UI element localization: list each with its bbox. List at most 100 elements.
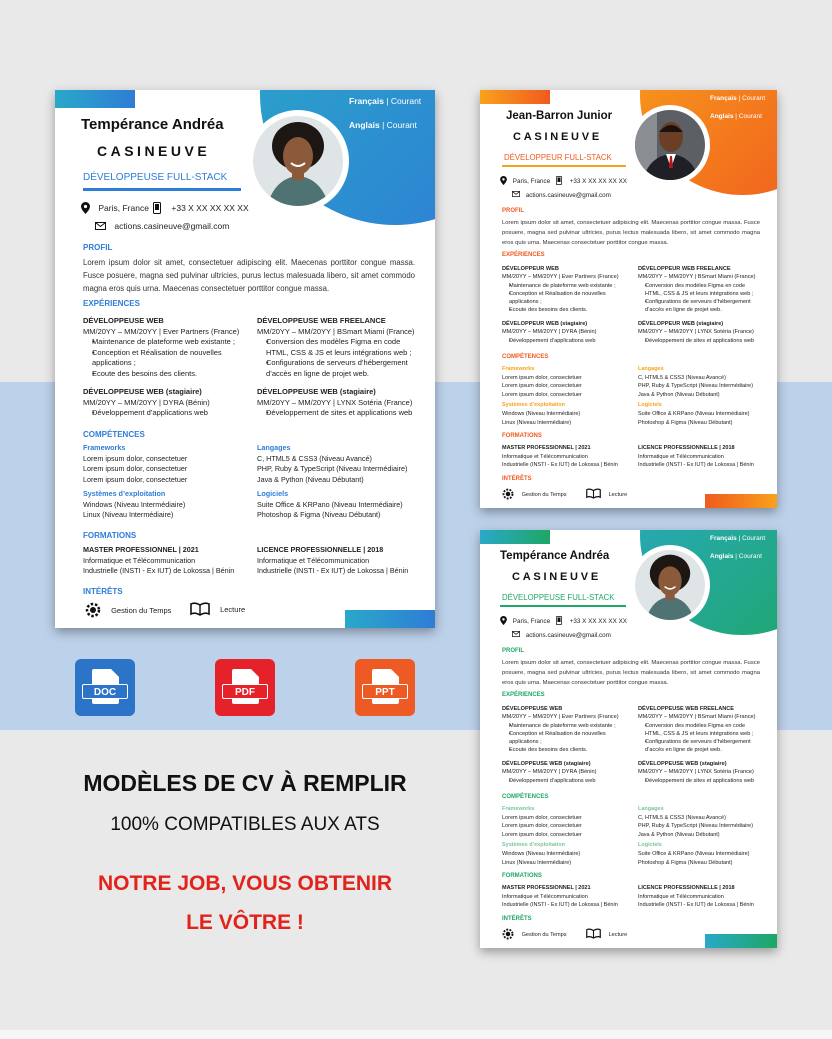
experience-1-meta: MM/20YY – MM/20YY | Ever Partners (Franc…: [83, 326, 240, 336]
skills-left: Frameworks Lorem ipsum dolor, consectetu…: [83, 443, 248, 521]
experience-3-title: DÉVELOPPEUSE WEB (stagiaire): [83, 387, 202, 396]
skill-item: Lorem ipsum dolor, consectetuer: [502, 831, 582, 838]
candidate-surname: CASINEUVE: [97, 143, 211, 159]
skills-left: Frameworks Lorem ipsum dolor, consectetu…: [502, 805, 632, 867]
profile-text: Lorem ipsum dolor sit amet, consectetuer…: [502, 220, 760, 246]
experience-1-bullet: Ecoute des besoins des clients.: [502, 306, 632, 315]
promo-headline: MODÈLES DE CV À REMPLIR: [83, 770, 407, 796]
candidate-surname: CASINEUVE: [513, 131, 602, 143]
education-1-title: MASTER PROFESSIONNEL | 2021: [83, 545, 199, 554]
experience-1-bullet: Conception et Réalisation de nouvelles a…: [83, 348, 248, 369]
footer-accent-strip: [705, 494, 777, 508]
section-profile: PROFIL: [502, 208, 524, 214]
pdf-label: PDF: [222, 684, 268, 699]
experience-1-meta: MM/20YY – MM/20YY | Ever Partners (Franc…: [502, 714, 619, 721]
doc-label: DOC: [82, 684, 128, 699]
experience-2-bullet: Conversion des modèles Figma en code HTM…: [638, 722, 763, 739]
skill-item: PHP, Ruby & TypeScript (Niveau Intermédi…: [638, 383, 754, 390]
phone: +33 X XX XX XX XX: [556, 616, 627, 627]
skill-item: Lorem ipsum dolor, consectetuer: [83, 464, 188, 473]
experience-3-meta: MM/20YY – MM/20YY | DYRA (Bénin): [502, 769, 597, 776]
resume-preview-green[interactable]: Français | Courant Anglais | Courant Tem…: [480, 530, 777, 948]
interest-reading: Lecture: [586, 488, 627, 501]
header-accent-strip: [480, 530, 550, 544]
experience-4-title: DÉVELOPPEUSE WEB (stagiaire): [638, 761, 727, 767]
skill-item: Lorem ipsum dolor, consectetuer: [502, 814, 582, 821]
skill-item: C, HTML5 & CSS3 (Niveau Avancé): [638, 374, 726, 381]
education-1: MASTER PROFESSIONNEL | 2021 Informatique…: [502, 884, 634, 910]
skills-right: Langages C, HTML5 & CSS3 (Niveau Avancé)…: [638, 805, 768, 867]
phone-icon: [556, 616, 562, 627]
experience-2-bullet: Configurations de serveurs d’hébergement…: [638, 298, 763, 315]
envelope-icon: [512, 191, 520, 199]
language-french: Français | Courant: [349, 96, 422, 106]
education-1-line: Industrielle (INSTI - Ex IUT) de Lokossa…: [502, 462, 618, 469]
software-heading: Logiciels: [638, 402, 662, 409]
skills-right: Langages C, HTML5 & CSS3 (Niveau Avancé)…: [257, 443, 422, 521]
promo-subheadline: 100% COMPATIBLES AUX ATS: [110, 814, 380, 835]
candidate-name: Jean-Barron Junior: [506, 110, 613, 122]
skill-item: Suite Office & KRPano (Niveau Intermédia…: [638, 410, 750, 417]
experience-1-bullet: Ecoute des besoins des clients.: [83, 369, 248, 380]
profile-photo-man: [635, 110, 705, 180]
section-experiences: EXPÉRIENCES: [502, 252, 545, 258]
education-1-title: MASTER PROFESSIONNEL | 2021: [502, 885, 591, 891]
profile-photo-woman: [253, 116, 343, 206]
section-skills: COMPÉTENCES: [83, 430, 145, 439]
experience-1-title: DÉVELOPPEUSE WEB: [502, 706, 563, 712]
interest-reading: Lecture: [586, 928, 627, 941]
section-education: FORMATIONS: [502, 873, 542, 879]
experience-3: DÉVELOPPEUSE WEB (stagiaire) MM/20YY – M…: [502, 760, 632, 785]
experience-3-title: DÉVELOPPEUR WEB (stagiaire): [502, 321, 588, 327]
section-interests: INTÉRÊTS: [83, 587, 123, 596]
education-2-line: Informatique et Télécommunication: [638, 453, 724, 460]
education-2-line: Informatique et Télécommunication: [638, 893, 724, 900]
skill-item: Photoshop & Figma (Niveau Débutant): [638, 419, 733, 426]
candidate-role: DÉVELOPPEUSE FULL-STACK: [83, 172, 228, 183]
skill-item: Suite Office & KRPano (Niveau Intermédia…: [638, 850, 750, 857]
email: actions.casineuve@gmail.com: [512, 631, 611, 639]
resume-preview-blue[interactable]: Français | Courant Anglais | Courant Tem…: [55, 90, 435, 628]
skill-item: Linux (Niveau Intermédiaire): [83, 510, 174, 519]
interest-time-management: Gestion du Temps: [502, 488, 567, 502]
footer-accent-strip: [705, 934, 777, 948]
language-french: Français | Courant: [710, 95, 766, 102]
skill-item: Windows (Niveau Intermédiaire): [502, 410, 581, 417]
education-2: LICENCE PROFESSIONNELLE | 2018 Informati…: [638, 884, 770, 910]
skill-item: Photoshop & Figma (Niveau Débutant): [257, 510, 381, 519]
software-heading: Logiciels: [257, 489, 289, 498]
experience-2-title: DÉVELOPPEUR WEB FREELANCE: [638, 266, 731, 272]
experience-3: DÉVELOPPEUR WEB (stagiaire) MM/20YY – MM…: [502, 320, 632, 345]
skill-item: Suite Office & KRPano (Niveau Intermédia…: [257, 499, 403, 509]
ppt-format-badge[interactable]: PPT: [355, 659, 415, 716]
experience-2-title: DÉVELOPPEUSE WEB FREELANCE: [638, 706, 735, 712]
skill-item: Windows (Niveau Intermédiaire): [83, 499, 186, 509]
education-1-title: MASTER PROFESSIONNEL | 2021: [502, 445, 591, 451]
language-english: Anglais | Courant: [710, 553, 762, 560]
pdf-format-badge[interactable]: PDF: [215, 659, 275, 716]
software-heading: Logiciels: [638, 842, 662, 849]
education-2-line: Industrielle (INSTI - Ex IUT) de Lokossa…: [638, 462, 754, 469]
role-underline: [83, 188, 241, 191]
doc-format-badge[interactable]: DOC: [75, 659, 135, 716]
interest-time-management: Gestion du Temps: [85, 602, 171, 620]
language-english: Anglais | Courant: [349, 120, 417, 130]
languages-heading: Langages: [638, 366, 664, 372]
profile-photo-frame: [630, 545, 710, 625]
education-2-title: LICENCE PROFESSIONNELLE | 2018: [257, 545, 384, 554]
skill-item: Lorem ipsum dolor, consectetuer: [502, 823, 582, 830]
resume-preview-orange[interactable]: Français | Courant Anglais | Courant Jea…: [480, 90, 777, 508]
section-experiences: EXPÉRIENCES: [502, 692, 545, 698]
location-pin-icon: [500, 616, 507, 627]
skill-item: PHP, Ruby & TypeScript (Niveau Intermédi…: [638, 823, 754, 830]
skill-item: C, HTML5 & CSS3 (Niveau Avancé): [257, 453, 372, 463]
education-2-line: Industrielle (INSTI - Ex IUT) de Lokossa…: [257, 566, 409, 575]
bottom-strip: [0, 1030, 832, 1039]
header-accent-strip: [480, 90, 550, 104]
experience-3-bullet: Développement d’applications web: [83, 408, 248, 419]
frameworks-heading: Frameworks: [502, 806, 535, 812]
interest-time-management: Gestion du Temps: [502, 928, 567, 942]
skills-left: Frameworks Lorem ipsum dolor, consectetu…: [502, 365, 632, 427]
experience-4-meta: MM/20YY – MM/20YY | LYNX Sotéria (France…: [257, 397, 413, 407]
gear-clock-icon: [502, 928, 514, 942]
